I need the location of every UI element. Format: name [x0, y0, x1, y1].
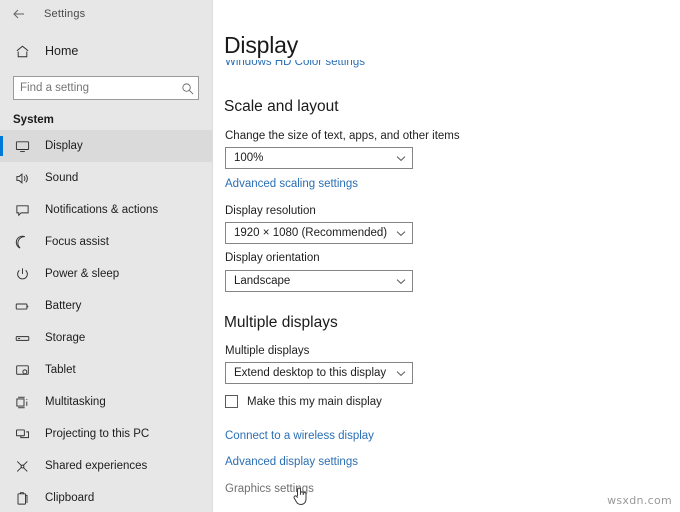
- settings-window: Settings Home System: [0, 0, 680, 512]
- scale-and-layout-heading: Scale and layout: [224, 98, 339, 116]
- sidebar-item-multitasking[interactable]: Multitasking: [0, 386, 212, 418]
- multitasking-icon: [13, 393, 31, 411]
- watermark: wsxdn.com: [607, 494, 672, 507]
- display-orientation-value: Landscape: [226, 275, 390, 287]
- monitor-icon: [13, 137, 31, 155]
- sidebar-item-storage-label: Storage: [45, 332, 85, 344]
- search-icon[interactable]: [180, 82, 198, 95]
- power-icon: [13, 265, 31, 283]
- speaker-icon: [13, 169, 31, 187]
- main-content: Display Windows HD Color settings Scale …: [213, 0, 680, 512]
- sidebar-item-focus-assist-label: Focus assist: [45, 236, 109, 248]
- sidebar-item-display[interactable]: Display: [0, 130, 212, 162]
- sidebar-item-focus-assist[interactable]: Focus assist: [0, 226, 212, 258]
- make-main-display-checkbox[interactable]: [225, 395, 238, 408]
- sidebar-group-label: System: [13, 114, 212, 126]
- notification-icon: [13, 201, 31, 219]
- sidebar-item-tablet[interactable]: Tablet: [0, 354, 212, 386]
- chevron-down-icon: [390, 230, 412, 237]
- page-title: Display: [224, 32, 298, 59]
- sidebar-item-clipboard-label: Clipboard: [45, 492, 94, 504]
- display-orientation-label: Display orientation: [225, 252, 320, 264]
- multiple-displays-label: Multiple displays: [225, 345, 309, 357]
- home-icon: [13, 42, 31, 60]
- advanced-scaling-settings-link[interactable]: Advanced scaling settings: [225, 178, 358, 190]
- search-input[interactable]: [14, 77, 180, 99]
- scale-dropdown-value: 100%: [226, 152, 390, 164]
- chevron-down-icon: [390, 155, 412, 162]
- sidebar: Settings Home System: [0, 0, 213, 512]
- search-box[interactable]: [13, 76, 199, 100]
- connect-wireless-display-link[interactable]: Connect to a wireless display: [225, 430, 374, 442]
- sidebar-item-clipboard[interactable]: Clipboard: [0, 482, 212, 512]
- sidebar-item-multitasking-label: Multitasking: [45, 396, 106, 408]
- sidebar-item-home-label: Home: [45, 44, 78, 58]
- sidebar-item-battery[interactable]: Battery: [0, 290, 212, 322]
- sidebar-item-sound-label: Sound: [45, 172, 78, 184]
- selection-indicator: [0, 136, 3, 156]
- sidebar-nav-list: Display Sound: [0, 130, 212, 512]
- multiple-displays-dropdown[interactable]: Extend desktop to this display: [225, 362, 413, 384]
- moon-icon: [13, 233, 31, 251]
- make-main-display-label: Make this my main display: [247, 396, 382, 408]
- sidebar-item-tablet-label: Tablet: [45, 364, 76, 376]
- sidebar-item-projecting-label: Projecting to this PC: [45, 428, 149, 440]
- display-resolution-dropdown[interactable]: 1920 × 1080 (Recommended): [225, 222, 413, 244]
- sidebar-item-home[interactable]: Home: [0, 37, 212, 65]
- sidebar-item-power-sleep[interactable]: Power & sleep: [0, 258, 212, 290]
- sidebar-item-sound[interactable]: Sound: [0, 162, 212, 194]
- sidebar-item-shared-experiences-label: Shared experiences: [45, 460, 147, 472]
- multiple-displays-heading: Multiple displays: [224, 314, 338, 332]
- sidebar-item-power-sleep-label: Power & sleep: [45, 268, 119, 280]
- storage-icon: [13, 329, 31, 347]
- tablet-icon: [13, 361, 31, 379]
- sidebar-item-notifications-label: Notifications & actions: [45, 204, 158, 216]
- make-main-display-checkbox-row[interactable]: Make this my main display: [225, 395, 382, 408]
- graphics-settings-link[interactable]: Graphics settings: [225, 483, 314, 495]
- sidebar-item-storage[interactable]: Storage: [0, 322, 212, 354]
- sidebar-item-notifications[interactable]: Notifications & actions: [0, 194, 212, 226]
- back-arrow-icon[interactable]: [8, 4, 30, 24]
- sidebar-item-projecting[interactable]: Projecting to this PC: [0, 418, 212, 450]
- chevron-down-icon: [390, 278, 412, 285]
- display-resolution-label: Display resolution: [225, 205, 316, 217]
- display-resolution-value: 1920 × 1080 (Recommended): [226, 227, 390, 239]
- app-title: Settings: [44, 8, 85, 20]
- share-icon: [13, 457, 31, 475]
- sidebar-item-shared-experiences[interactable]: Shared experiences: [0, 450, 212, 482]
- projecting-icon: [13, 425, 31, 443]
- advanced-display-settings-link[interactable]: Advanced display settings: [225, 456, 358, 468]
- clipboard-icon: [13, 489, 31, 507]
- sidebar-item-display-label: Display: [45, 140, 83, 152]
- battery-icon: [13, 297, 31, 315]
- sidebar-item-battery-label: Battery: [45, 300, 81, 312]
- scale-label: Change the size of text, apps, and other…: [225, 130, 460, 142]
- title-bar: Settings: [0, 0, 212, 28]
- display-orientation-dropdown[interactable]: Landscape: [225, 270, 413, 292]
- chevron-down-icon: [390, 370, 412, 377]
- scale-dropdown[interactable]: 100%: [225, 147, 413, 169]
- multiple-displays-value: Extend desktop to this display: [226, 367, 390, 379]
